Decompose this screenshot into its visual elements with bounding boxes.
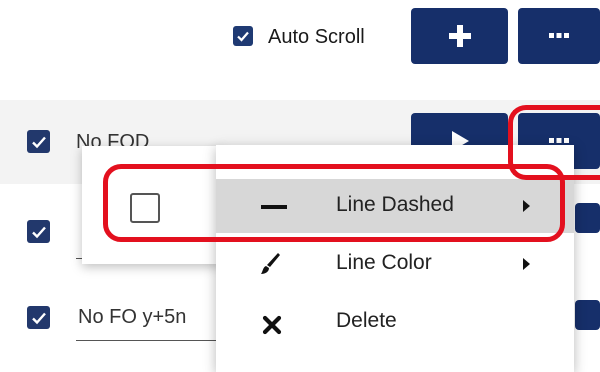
add-button[interactable] bbox=[411, 8, 508, 64]
ellipsis-icon bbox=[549, 33, 569, 38]
menu-item-line-color[interactable]: Line Color bbox=[216, 237, 574, 291]
brush-icon bbox=[261, 253, 280, 274]
chevron-right-icon bbox=[523, 258, 530, 270]
row-checkbox[interactable] bbox=[27, 220, 50, 243]
row-checkbox[interactable] bbox=[27, 306, 50, 329]
check-icon bbox=[31, 312, 46, 324]
close-icon bbox=[262, 315, 282, 335]
plus-icon bbox=[448, 25, 471, 47]
check-icon bbox=[31, 136, 46, 148]
annotation-highlight-line-dashed bbox=[103, 164, 565, 242]
check-icon bbox=[31, 226, 46, 238]
row-label: No FO y+5n bbox=[78, 306, 187, 328]
toolbar-more-button[interactable] bbox=[518, 8, 600, 64]
menu-item-delete[interactable]: Delete bbox=[216, 297, 574, 351]
row-checkbox[interactable] bbox=[27, 130, 50, 153]
menu-item-label: Delete bbox=[336, 309, 397, 332]
row-more-button[interactable] bbox=[575, 203, 600, 233]
menu-item-label: Line Color bbox=[336, 251, 432, 274]
auto-scroll-checkbox[interactable] bbox=[233, 26, 253, 46]
row-more-button[interactable] bbox=[575, 300, 600, 330]
check-icon bbox=[237, 31, 249, 42]
auto-scroll-label: Auto Scroll bbox=[268, 26, 365, 48]
row-input-underline bbox=[76, 340, 216, 341]
